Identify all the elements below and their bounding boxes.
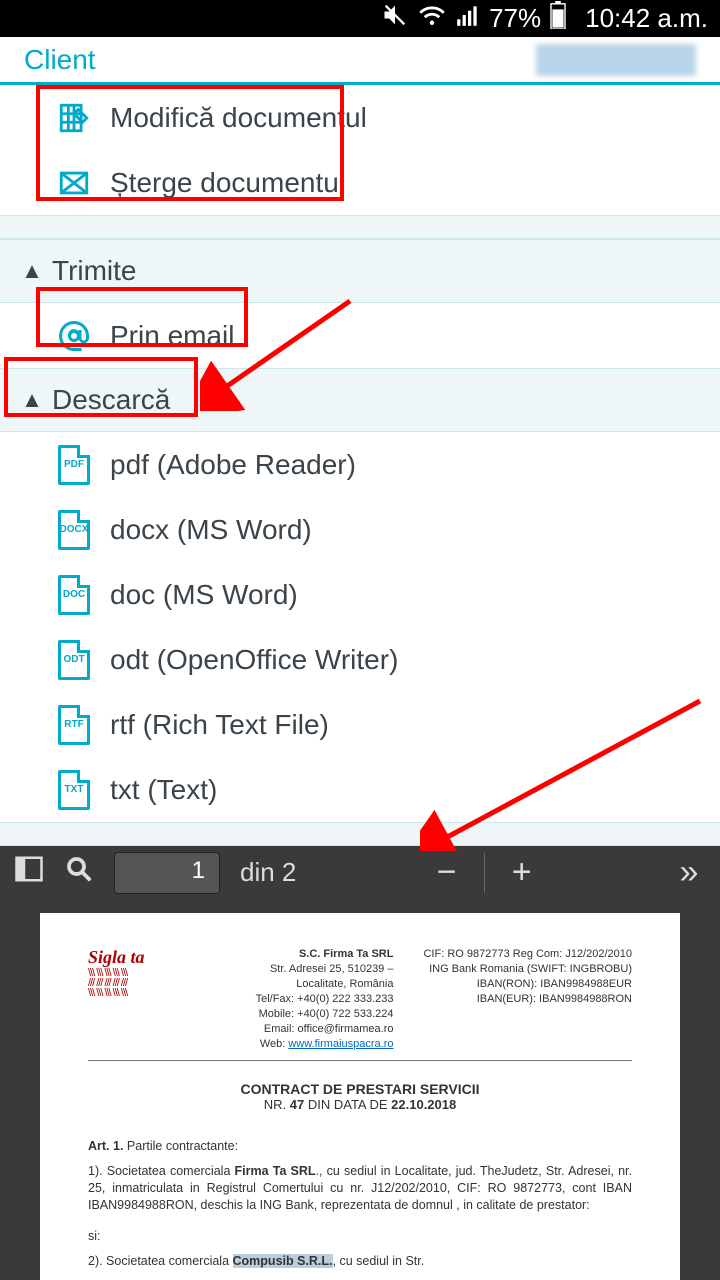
client-name-redacted [536,44,696,76]
search-icon[interactable] [64,854,94,891]
zoom-out-button[interactable]: − [430,853,464,892]
download-section-label: Descarcă [52,384,170,416]
doc-company-block: S.C. Firma Ta SRL Str. Adresei 25, 51023… [218,947,393,1052]
clock: 10:42 a.m. [585,3,708,34]
client-label: Client [24,44,96,76]
download-doc-label: doc (MS Word) [110,579,298,611]
docx-file-icon: DOCX [54,510,94,550]
odt-file-icon: ODT [54,640,94,680]
download-odt-label: odt (OpenOffice Writer) [110,644,398,676]
section-gap [0,822,720,846]
download-rtf-label: rtf (Rich Text File) [110,709,329,741]
client-header: Client [0,37,720,85]
at-icon [54,318,94,354]
doc-subtitle: NR. 47 DIN DATA DE 22.10.2018 [88,1097,632,1112]
download-docx-label: docx (MS Word) [110,514,312,546]
sidebar-toggle-icon[interactable] [14,854,44,891]
rtf-file-icon: RTF [54,705,94,745]
edit-document-label: Modifică documentul [110,102,367,134]
send-email-label: Prin email [110,320,234,352]
wifi-icon [417,0,447,37]
download-pdf-label: pdf (Adobe Reader) [110,449,356,481]
download-odt-row[interactable]: ODT odt (OpenOffice Writer) [0,627,720,692]
doc-body: Art. 1. Partile contractante: 1). Societ… [88,1138,632,1270]
chevron-up-icon: ▲ [16,387,48,413]
doc-bank-block: CIF: RO 9872773 Reg Com: J12/202/2010 IN… [423,947,632,1052]
doc-logo: Sigla ta \\\ \\\ \\\ \\\ \\\/// /// /// … [88,947,218,1052]
battery-percent: 77% [489,3,541,34]
section-gap [0,215,720,239]
pdf-toolbar: 1 din 2 − + » [0,846,720,899]
download-docx-row[interactable]: DOCX docx (MS Word) [0,497,720,562]
edit-document-row[interactable]: Modifică documentul [0,85,720,150]
pdf-file-icon: PDF [54,445,94,485]
send-email-row[interactable]: Prin email [0,303,720,368]
delete-document-label: Șterge documentul [110,167,345,199]
download-doc-row[interactable]: DOC doc (MS Word) [0,562,720,627]
download-pdf-row[interactable]: PDF pdf (Adobe Reader) [0,432,720,497]
download-txt-label: txt (Text) [110,774,217,806]
send-section-header[interactable]: ▲ Trimite [0,239,720,303]
doc-file-icon: DOC [54,575,94,615]
doc-title: CONTRACT DE PRESTARI SERVICII [88,1081,632,1097]
pdf-viewport[interactable]: Sigla ta \\\ \\\ \\\ \\\ \\\/// /// /// … [0,899,720,1280]
txt-file-icon: TXT [54,770,94,810]
download-rtf-row[interactable]: RTF rtf (Rich Text File) [0,692,720,757]
battery-icon [549,1,567,36]
more-icon[interactable]: » [672,853,706,892]
download-txt-row[interactable]: TXT txt (Text) [0,757,720,822]
page-total-label: din 2 [240,857,296,888]
delete-document-row[interactable]: Șterge documentul [0,150,720,215]
toolbar-divider [484,853,485,893]
download-section-header[interactable]: ▲ Descarcă [0,368,720,432]
mute-icon [381,1,409,36]
pdf-page: Sigla ta \\\ \\\ \\\ \\\ \\\/// /// /// … [40,913,680,1280]
edit-icon [54,101,94,135]
delete-icon [54,166,94,200]
send-section-label: Trimite [52,255,137,287]
status-bar: 77% 10:42 a.m. [0,0,720,37]
page-number-input[interactable]: 1 [114,852,220,894]
chevron-up-icon: ▲ [16,258,48,284]
zoom-in-button[interactable]: + [505,853,539,892]
signal-icon [455,2,481,35]
